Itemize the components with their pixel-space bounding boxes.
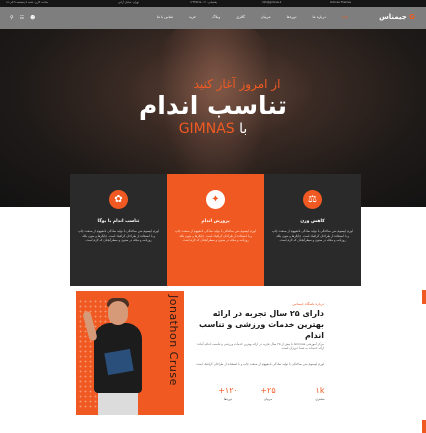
menu-item-about[interactable]: درباره ما	[305, 15, 334, 19]
menu-item-trainers[interactable]: مربیان	[253, 15, 279, 19]
nav-icons: ⚲ ☷ ☻	[10, 15, 35, 21]
service-card-bodybuilding[interactable]: ✦ پرورش اندام لورم ایپسوم متن ساختگی با …	[167, 174, 264, 286]
logo-text: جیمناس	[379, 13, 407, 21]
topbar-hours: ساعت کاری: شنبه تا پنجشنبه ۹ الی ۱۸	[6, 1, 48, 4]
stat-label: مربیان	[263, 397, 273, 401]
stat-label: دوره‌ها	[223, 397, 233, 401]
service-title: تناسب اندام با یوگا	[97, 219, 140, 224]
hero-brand: GIMNAS	[178, 121, 235, 137]
scroll-top-button[interactable]	[422, 420, 426, 433]
service-text: لورم ایپسوم متن ساختگی با تولید سادگی نا…	[78, 229, 159, 243]
menu-item-shop[interactable]: خرید	[181, 15, 204, 19]
top-info-bar: ساعت کاری: شنبه تا پنجشنبه ۹ الی ۱۸ تهرا…	[0, 0, 426, 7]
user-icon[interactable]: ☻	[30, 15, 35, 21]
menu-item-gallery[interactable]: گالری	[228, 15, 253, 19]
coach-figure-head	[108, 301, 128, 325]
service-text: لورم ایپسوم متن ساختگی با تولید سادگی نا…	[272, 229, 353, 243]
about-kicker: درباره باشگاه جیمناس	[292, 302, 324, 306]
main-menu: خانه درباره ما دوره‌ها مربیان گالری وبلا…	[149, 15, 356, 19]
topbar-phone[interactable]: پشتیبانی: ۰۲۱-۱۲۳۴۵۶۷۸	[190, 1, 217, 4]
cart-icon[interactable]: ☷	[20, 15, 24, 21]
topbar-address: تهران، خیابان آزادی	[118, 1, 139, 4]
about-title: دارای ۲۵ سال تجربه در ارائه بهترین خدمات…	[199, 309, 324, 340]
bodybuilding-icon: ✦	[206, 190, 225, 209]
stat-number: +۲۵	[260, 386, 276, 395]
scale-icon: ⚖	[303, 190, 322, 209]
service-card-yoga[interactable]: ✿ تناسب اندام با یوگا لورم ایپسوم متن سا…	[70, 174, 167, 286]
logo-mark: G	[409, 13, 415, 21]
search-icon[interactable]: ⚲	[10, 15, 14, 21]
coach-name: Jonathon Cruse	[167, 295, 180, 386]
hero-subtitle: از امروز آغاز کنید	[193, 77, 281, 91]
stat-courses: +۱۲۰ دوره‌ها	[208, 386, 248, 401]
stat-number: ۱k	[315, 386, 325, 395]
menu-item-home[interactable]: خانه	[334, 15, 356, 19]
side-floating-button[interactable]	[422, 290, 426, 304]
stat-customers: ۱k مشتری	[300, 386, 340, 401]
hero-title: تناسب اندام	[138, 91, 288, 120]
yoga-icon: ✿	[109, 190, 128, 209]
hero-brand-line: GIMNAS با	[0, 121, 426, 137]
service-card-weight-loss[interactable]: ⚖ کاهش وزن لورم ایپسوم متن ساختگی با تول…	[264, 174, 361, 286]
about-section: Jonathon Cruse درباره باشگاه جیمناس دارا…	[0, 286, 426, 433]
service-title: کاهش وزن	[300, 219, 325, 224]
stat-trainers: +۲۵ مربیان	[248, 386, 288, 401]
menu-item-blog[interactable]: وبلاگ	[204, 15, 228, 19]
menu-item-courses[interactable]: دوره‌ها	[279, 15, 305, 19]
stat-number: +۱۲۰	[218, 386, 238, 395]
about-paragraph-1: مرکز آموزشی Gimnas با بیش از ۲۵ سال تجرب…	[197, 342, 324, 351]
service-title: پرورش اندام	[201, 219, 230, 224]
hero-brand-prefix: با	[239, 121, 248, 137]
coach-figure-legs	[98, 391, 138, 415]
coach-photo: Jonathon Cruse	[76, 291, 184, 415]
clipboard-icon	[104, 348, 134, 376]
menu-item-contact[interactable]: تماس با ما	[149, 15, 181, 19]
about-paragraph-2: لورم ایپسوم متن ساختگی با تولید سادگی نا…	[195, 362, 325, 366]
service-text: لورم ایپسوم متن ساختگی با تولید سادگی نا…	[175, 229, 256, 243]
topbar-brand: Gimnas Themes	[330, 1, 351, 4]
topbar-email[interactable]: info@gimnas.ir	[262, 1, 282, 4]
site-logo[interactable]: جیمناس G	[379, 13, 415, 21]
stat-label: مشتری	[315, 397, 325, 401]
main-navbar: جیمناس G خانه درباره ما دوره‌ها مربیان گ…	[0, 7, 426, 29]
